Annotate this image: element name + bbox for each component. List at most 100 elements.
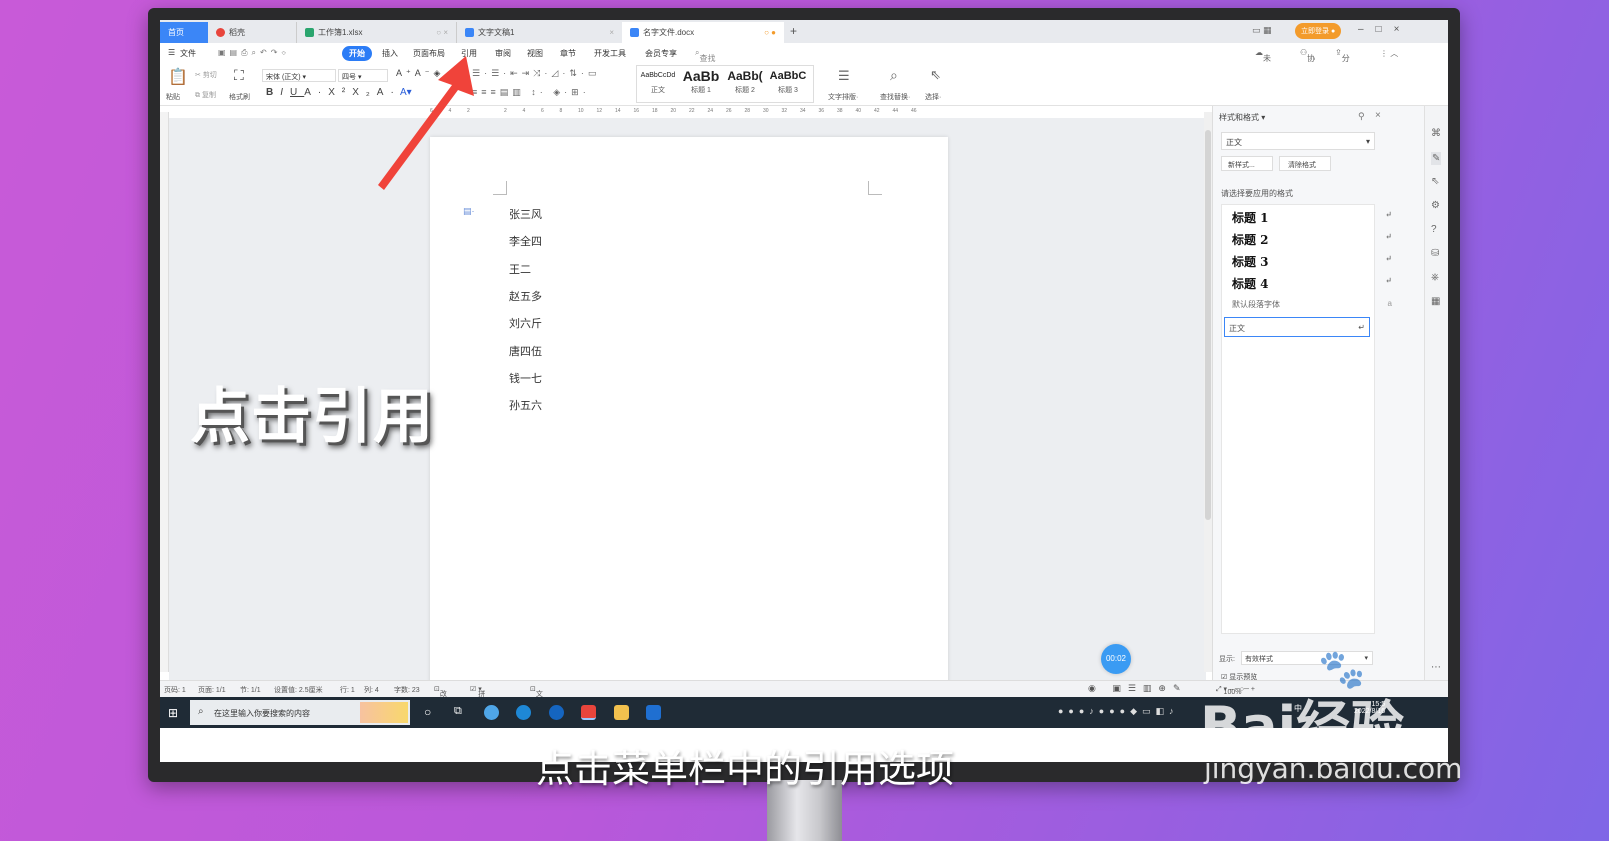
overtype-toggle[interactable]: ⊡ 改写 xyxy=(434,685,447,708)
tab-label: 稻壳 xyxy=(229,28,245,37)
close-icon[interactable]: × xyxy=(609,28,614,37)
pane-title[interactable]: 样式和格式 ▾ xyxy=(1219,112,1265,123)
view-mode-icons[interactable]: ◉ ▣☰▥⊕✎ xyxy=(1088,683,1188,694)
login-button[interactable]: 立即登录 ● xyxy=(1295,23,1342,39)
menu-review[interactable]: 审阅 xyxy=(495,48,511,59)
current-style-select[interactable]: 正文 ▾ xyxy=(1221,132,1375,150)
pin-icon[interactable]: ⚲ xyxy=(1358,111,1365,122)
menu-developer[interactable]: 开发工具 xyxy=(594,48,626,59)
menu-member[interactable]: 会员专享 xyxy=(645,48,677,59)
status-page[interactable]: 页面: 1/1 xyxy=(198,685,226,695)
tab-home[interactable]: 首页 xyxy=(160,22,208,43)
style-item-heading3[interactable]: 标题 3 ↵ xyxy=(1232,253,1392,275)
find-replace-label[interactable]: 查找替换· xyxy=(880,92,910,102)
style-item-heading4[interactable]: 标题 4 ↵ xyxy=(1232,275,1392,297)
paragraph-handle-icon[interactable]: ▤· xyxy=(463,206,475,217)
menu-bar: ☰ 文件 ▣▤⎙⌕↶↷⌔ 开始 插入 页面布局 引用 审阅 视图 章节 开发工具… xyxy=(160,43,1448,107)
ruler-tick: 44 xyxy=(892,108,899,114)
paste-icon[interactable]: 📋 xyxy=(168,67,188,87)
scrollbar-thumb[interactable] xyxy=(1205,130,1211,520)
edge-icon[interactable] xyxy=(516,705,531,720)
more-icon[interactable]: ⋯ xyxy=(1431,662,1441,673)
backup-icon[interactable]: ⛁ xyxy=(1431,248,1439,259)
sync-status[interactable]: ☁ 未同步 xyxy=(1255,48,1271,85)
find-replace-icon[interactable]: ⌕ xyxy=(890,67,898,84)
select-cursor-icon[interactable]: ⇖ xyxy=(930,67,941,83)
style-normal[interactable]: AaBbCcDd 正文 xyxy=(638,67,678,101)
list-indent-icons[interactable]: ☰·☰·⇤⇥⤨·◿·⇅·▭ xyxy=(472,68,600,79)
layout-icon[interactable]: ▭ ▦ xyxy=(1252,25,1272,36)
status-setting: 设置值: 2.5厘米 xyxy=(274,687,323,694)
media-player-icon[interactable] xyxy=(646,705,661,720)
format-painter-icon[interactable]: ⛶ xyxy=(234,67,244,84)
new-style-button[interactable]: 新样式... xyxy=(1221,156,1273,171)
menu-file[interactable]: 文件 xyxy=(180,48,196,59)
document-line[interactable]: 刘六斤 xyxy=(509,315,542,331)
sogou-icon[interactable] xyxy=(549,705,564,720)
file-explorer-icon[interactable] xyxy=(614,705,629,720)
menu-start[interactable]: 开始 xyxy=(342,46,372,61)
spell-check-toggle[interactable]: ☑ 拼写检查 ▾ xyxy=(470,685,485,728)
text-layout-label[interactable]: 文字排版· xyxy=(828,92,858,102)
document-line[interactable]: 赵五多 xyxy=(509,288,542,304)
document-line[interactable]: 钱一七 xyxy=(509,370,542,386)
share-icon[interactable]: ⎈ xyxy=(1431,272,1439,283)
text-layout-icon[interactable]: ☰ xyxy=(838,68,850,84)
document-line[interactable]: 唐四伍 xyxy=(509,343,542,359)
style-item-normal[interactable]: 正文 ↵ xyxy=(1224,317,1370,337)
select-label[interactable]: 选择· xyxy=(925,92,941,102)
windows-start-icon[interactable]: ⊞ xyxy=(168,706,178,720)
font-name-select[interactable]: 宋体 (正文) ▾ xyxy=(262,69,336,82)
watermark-url: jingyan.baidu.com xyxy=(1204,752,1463,785)
table-icon[interactable]: ▦ xyxy=(1431,296,1440,307)
window-controls[interactable]: –□× xyxy=(1358,24,1411,35)
style-item-heading1[interactable]: 标题 1 ↵ xyxy=(1232,209,1392,231)
cut-button[interactable]: ✂ 剪切 xyxy=(195,70,217,80)
command-search[interactable]: ⌕ 查找命令、搜索模板 xyxy=(695,48,715,107)
style-heading1[interactable]: AaBb 标题 1 xyxy=(680,67,722,101)
help-icon[interactable]: ? xyxy=(1431,224,1437,235)
document-page[interactable] xyxy=(430,137,948,697)
copy-button[interactable]: ⧉ 复制 xyxy=(195,90,216,100)
doc-proof-button[interactable]: ⊡ 文档校对 xyxy=(530,685,543,728)
document-line[interactable]: 张三风 xyxy=(509,206,542,222)
style-preview: AaBb( xyxy=(727,69,763,83)
recording-timer: 00:02 xyxy=(1101,644,1131,674)
cursor-icon[interactable]: ⇖ xyxy=(1431,176,1439,187)
watermark-brand: Bai经验 xyxy=(1200,695,1405,758)
ruler-tick: 2 xyxy=(504,108,507,114)
close-icon[interactable]: ○ × xyxy=(436,28,448,37)
tab-workbook[interactable]: 工作簿1.xlsx ○ × xyxy=(296,22,456,43)
quick-access-icons[interactable]: ▣▤⎙⌕↶↷⌔ xyxy=(218,48,290,58)
wps-icon[interactable] xyxy=(581,705,596,720)
alignment-icons[interactable]: ≡≡≡▤▥ ↕· ◈·⊞· xyxy=(472,87,590,98)
brush-icon[interactable]: ✎ xyxy=(1431,152,1442,165)
status-word-count[interactable]: 字数: 23 xyxy=(394,685,420,695)
tag-icon[interactable]: ⌘ xyxy=(1431,128,1441,139)
menu-chapter[interactable]: 章节 xyxy=(560,48,576,59)
ruler-tick: 6 xyxy=(541,108,544,114)
menu-view[interactable]: 视图 xyxy=(527,48,543,59)
clear-format-button[interactable]: 清除格式 xyxy=(1279,156,1331,171)
hamburger-icon[interactable]: ☰ xyxy=(168,48,175,57)
settings-icon[interactable]: ⚙ xyxy=(1431,200,1440,211)
document-line[interactable]: 李全四 xyxy=(509,233,542,249)
style-item-heading2[interactable]: 标题 2 ↵ xyxy=(1232,231,1392,253)
close-icon[interactable]: × xyxy=(1375,110,1381,121)
share-button[interactable]: ⇪ 分享 xyxy=(1335,48,1350,74)
task-view-icon[interactable]: ⧉ xyxy=(454,705,462,718)
tab-writer-doc[interactable]: 文字文稿1 × xyxy=(456,22,622,43)
cortana-icon[interactable]: ○ xyxy=(424,705,431,719)
system-tray-icons[interactable]: ●●●♪●●●◆▭◧♪ xyxy=(1058,706,1179,717)
browser-icon[interactable] xyxy=(484,705,499,720)
more-icon[interactable]: ⋮ ︿ xyxy=(1380,48,1398,59)
taskbar-search[interactable]: ⌕ 在这里输入你要搜索的内容 xyxy=(190,700,410,725)
style-heading2[interactable]: AaBb( 标题 2 xyxy=(724,67,766,101)
tab-name-file[interactable]: 名字文件.docx ○ ● xyxy=(622,22,784,43)
style-heading3[interactable]: AaBbC 标题 3 xyxy=(766,67,810,101)
document-line[interactable]: 孙五六 xyxy=(509,397,542,413)
document-line[interactable]: 王二 xyxy=(509,261,531,277)
tab-docer[interactable]: 稻壳 xyxy=(208,22,296,43)
new-tab-icon[interactable]: + xyxy=(790,24,797,38)
collaborate-button[interactable]: ⚇ 协作 xyxy=(1300,48,1315,74)
